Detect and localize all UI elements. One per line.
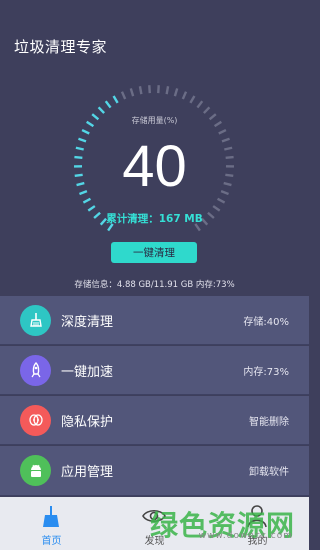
gauge-tick xyxy=(138,86,143,95)
feature-app-manager[interactable]: 应用管理 卸载软件 xyxy=(0,446,309,496)
gauge-tick xyxy=(120,91,127,100)
tab-home[interactable]: 首页 xyxy=(0,497,103,550)
tab-label: 首页 xyxy=(41,536,62,547)
gauge-tick xyxy=(165,86,170,95)
gauge-tick xyxy=(112,95,119,104)
feature-label: 应用管理 xyxy=(61,465,114,480)
feature-value: 存储:40% xyxy=(243,316,289,328)
one-click-clean-button[interactable]: 一键清理 xyxy=(111,242,197,263)
feature-label: 深度清理 xyxy=(61,314,114,330)
gauge-label: 存储用量(%) xyxy=(131,116,178,125)
gauge-tick xyxy=(129,88,135,97)
gauge-tick xyxy=(181,91,188,100)
gauge-tick xyxy=(203,106,211,114)
feature-list: 深度清理 存储:40% 一键加速 内存:73% 隐私保护 智能删除 应用管理 卸… xyxy=(0,296,309,496)
feature-value: 卸载软件 xyxy=(249,467,289,478)
feature-privacy[interactable]: 隐私保护 智能删除 xyxy=(0,396,309,445)
feature-label: 隐私保护 xyxy=(61,414,114,430)
gauge-tick xyxy=(212,205,221,212)
gauge-tick xyxy=(87,205,96,212)
watermark-url: www.downcc.com xyxy=(198,531,293,541)
gauge-tick xyxy=(104,100,112,109)
gauge-tick xyxy=(97,106,105,114)
feature-value: 内存:73% xyxy=(243,366,289,378)
gauge-value: 40 xyxy=(122,134,187,199)
cleaned-total: 累计清理：167 MB xyxy=(106,213,203,225)
android-icon xyxy=(20,455,51,486)
feature-deep-clean[interactable]: 深度清理 存储:40% xyxy=(0,296,309,345)
privacy-icon xyxy=(20,404,51,436)
storage-info: 存储信息：4.88 GB/11.91 GB 内存:73% xyxy=(74,280,235,290)
bottom-tab-bar: 首页 发现 我的 绿色资源网 www.downcc.com xyxy=(0,497,309,550)
header-panel: 垃圾清理专家 存储用量(%) 40 累计清理：167 MB 一键清理 存储信息：… xyxy=(0,0,309,296)
feature-label: 一键加速 xyxy=(61,364,114,380)
watermark: 绿色资源网 www.downcc.com xyxy=(150,504,295,544)
gauge-tick xyxy=(189,95,196,104)
feature-value: 智能删除 xyxy=(249,416,289,428)
feature-speed-up[interactable]: 一键加速 内存:73% xyxy=(0,346,309,395)
gauge-tick xyxy=(196,100,204,109)
broom-icon xyxy=(43,506,59,527)
gauge-tick xyxy=(173,88,179,97)
rocket-icon xyxy=(20,354,51,386)
broom-icon xyxy=(20,304,51,336)
